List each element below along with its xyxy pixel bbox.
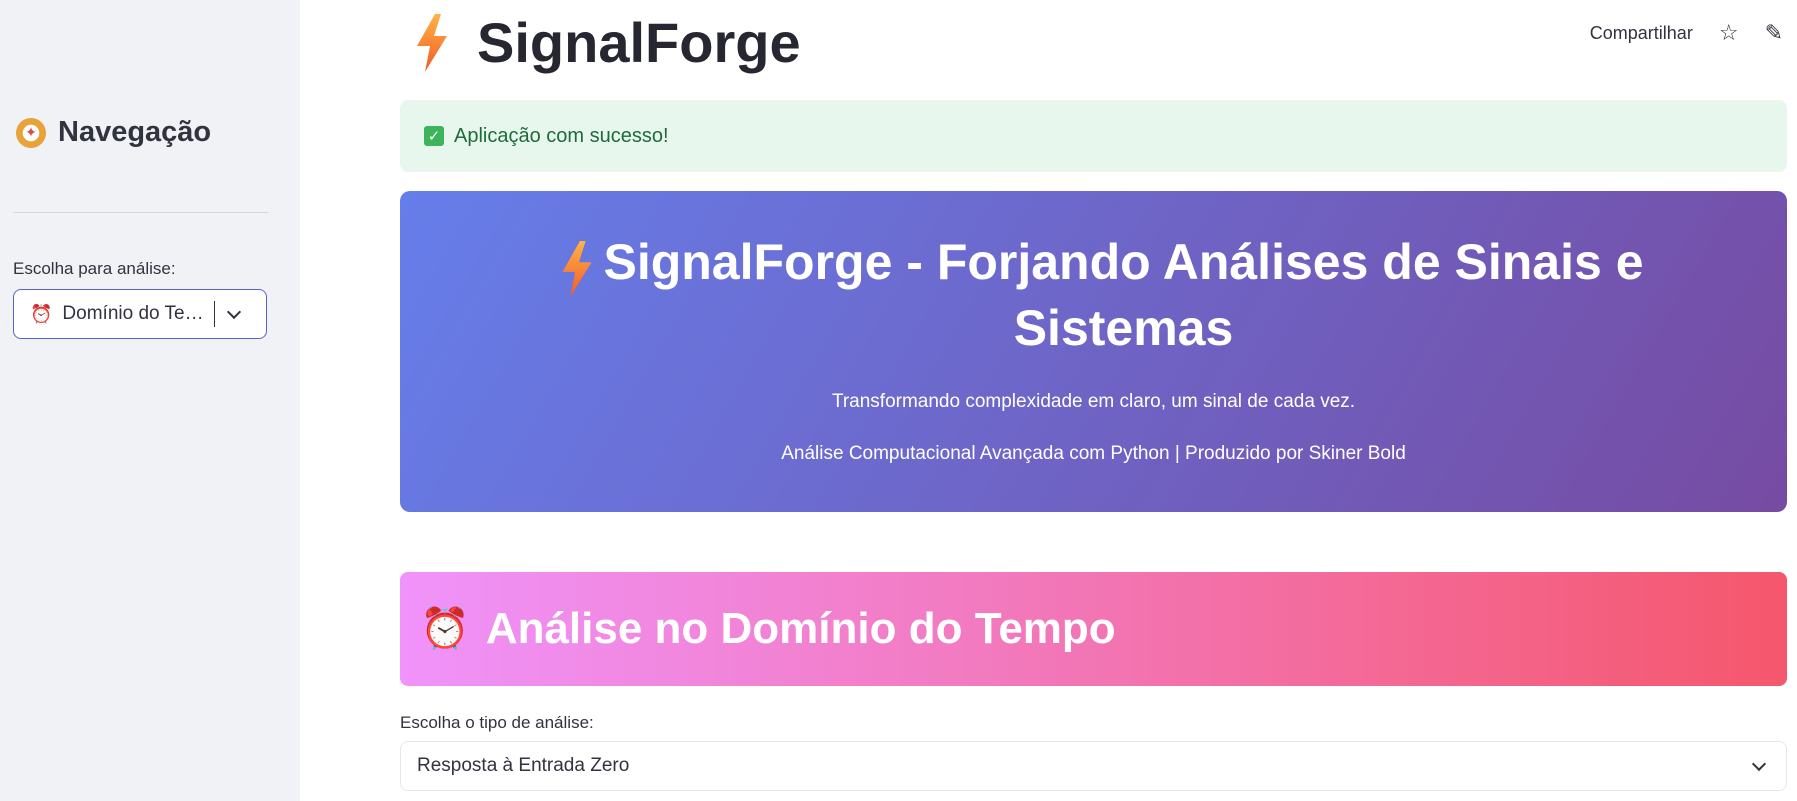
hero-credits: Análise Computacional Avançada com Pytho… xyxy=(781,443,1406,464)
sidebar-divider xyxy=(13,212,268,213)
success-alert: ✓ Aplicação com sucesso! xyxy=(400,100,1787,172)
chevron-down-icon[interactable] xyxy=(227,304,242,319)
share-button[interactable]: Compartilhar xyxy=(1590,23,1693,44)
hero-banner: SignalForge - Forjando Análises de Sinai… xyxy=(400,191,1787,512)
edit-icon[interactable]: ✎ xyxy=(1765,22,1783,44)
sidebar-title: ✦ Navegação xyxy=(16,116,211,149)
sidebar: ✦ Navegação Escolha para análise: ⏰ Domí… xyxy=(0,0,300,801)
chevron-down-icon[interactable] xyxy=(1751,756,1767,771)
analysis-type-select[interactable]: Resposta à Entrada Zero xyxy=(400,741,1787,791)
analysis-type-value: Resposta à Entrada Zero xyxy=(417,755,630,776)
page-title: SignalForge xyxy=(413,10,801,75)
toolbar: Compartilhar ☆ ✎ xyxy=(1590,22,1783,44)
analysis-type-label: Escolha o tipo de análise: xyxy=(400,713,594,732)
alarm-clock-icon: ⏰ xyxy=(30,303,53,324)
success-message: Aplicação com sucesso! xyxy=(454,124,669,147)
analysis-domain-select[interactable]: ⏰ Domínio do Tempo xyxy=(13,289,267,339)
select-separator xyxy=(214,301,216,327)
hero-subtitle: Transformando complexidade em claro, um … xyxy=(831,391,1356,412)
section-header: ⏰ Análise no Domínio do Tempo xyxy=(400,572,1787,686)
check-icon: ✓ xyxy=(424,126,444,146)
star-icon[interactable]: ☆ xyxy=(1719,22,1739,44)
sidebar-select-label: Escolha para análise: xyxy=(13,259,176,278)
alarm-clock-icon: ⏰ xyxy=(420,607,470,651)
compass-icon: ✦ xyxy=(16,117,46,148)
page-title-text: SignalForge xyxy=(477,11,801,74)
lightning-icon xyxy=(417,13,447,72)
analysis-domain-value: Domínio do Tempo xyxy=(62,303,204,324)
section-title: Análise no Domínio do Tempo xyxy=(485,604,1116,653)
hero-title: SignalForge - Forjando Análises de Sinai… xyxy=(603,234,1644,356)
sidebar-title-text: Navegação xyxy=(58,116,212,148)
